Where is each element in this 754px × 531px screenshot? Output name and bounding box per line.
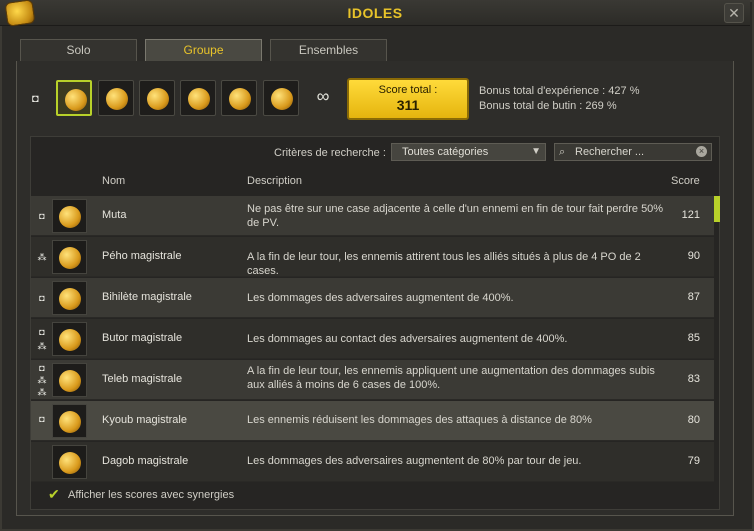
row-description: Ne pas être sur une case adjacente à cel… [247,203,664,229]
row-score: 121 [681,209,700,221]
idol-icon [59,206,81,228]
clear-search-icon[interactable]: × [696,146,707,157]
mask-icon: ◘ [39,363,45,373]
row-score: 90 [687,250,700,262]
xp-bonus: Bonus total d'expérience : 427 % [479,85,640,97]
table-row[interactable]: Dagob magistrale Les dommages des advers… [31,442,714,482]
group-icon: ⁂ [37,387,47,397]
idol-icon [106,88,128,110]
search-box: ⌕ × [554,143,712,161]
title-bar: IDOLES ✕ [0,0,750,27]
column-header-description[interactable]: Description [247,175,302,187]
row-description: Les dommages au contact des adversaires … [247,333,568,345]
row-name: Kyoub magistrale [102,414,187,426]
table-row[interactable]: ◘ Kyoub magistrale Les ennemis réduisent… [31,401,714,441]
row-score: 80 [687,414,700,426]
idol-icon [59,247,81,269]
idol-icon [59,452,81,474]
synergy-rings-icon[interactable]: ∞ [310,84,336,110]
mask-icon: ◘ [39,211,45,221]
mask-icon: ◘ [32,93,39,105]
mask-icon: ◘ [39,414,45,424]
score-value: 311 [396,97,420,113]
checkmark-icon[interactable]: ✔ [48,487,62,501]
chevron-down-icon: ▼ [531,146,541,157]
row-name: Muta [102,209,127,221]
group-icon: ⁂ [37,252,47,262]
row-description: Les ennemis réduisent les dommages des a… [247,414,592,426]
column-header-score[interactable]: Score [671,175,700,187]
row-description: A la fin de leur tour, les ennemis attir… [247,251,641,277]
idol-slot[interactable] [180,80,216,116]
table-row[interactable]: ⁂ Pého magistrale A la fin de leur tour,… [31,237,714,277]
row-name: Bihilète magistrale [102,291,192,303]
idol-icon [59,329,81,351]
idol-icon [271,88,293,110]
idol-icon [229,88,251,110]
group-icon: ⁂ [37,341,47,351]
row-description: Les dommages des adversaires augmentent … [247,292,514,304]
table-row[interactable]: ◘ Muta Ne pas être sur une case adjacent… [31,196,714,236]
row-description: A la fin de leur tour, les ennemis appli… [247,365,655,391]
tab-ensembles[interactable]: Ensembles [270,39,387,61]
idol-icon [147,88,169,110]
search-icon: ⌕ [559,146,566,158]
idol-icon [65,89,87,111]
idol-slot[interactable] [139,80,175,116]
idol-slot[interactable] [263,80,299,116]
row-score: 83 [687,373,700,385]
row-score: 79 [687,455,700,467]
row-score: 85 [687,332,700,344]
tab-groupe[interactable]: Groupe [145,39,262,61]
idol-thumbnail [52,322,87,356]
mask-icon: ◘ [39,327,45,337]
row-icons: ◘ [33,196,53,236]
scrollbar-thumb[interactable] [714,196,720,222]
idol-slot[interactable] [56,80,92,116]
window-title: IDOLES [347,5,403,21]
row-name: Teleb magistrale [102,373,183,385]
column-header-name[interactable]: Nom [102,175,125,187]
row-icons: ◘ ⁂ [33,319,53,359]
total-score-box: Score total : 311 [347,78,469,120]
synergy-checkbox-label[interactable]: Afficher les scores avec synergies [68,489,234,501]
group-icon: ⁂ [37,375,47,385]
table-row[interactable]: ◘ ⁂ ⁂ Teleb magistrale A la fin de leur … [31,360,714,400]
idol-thumbnail [52,199,87,233]
idol-thumbnail [52,445,87,479]
idol-thumbnail [52,404,87,438]
idol-icon [188,88,210,110]
table-row[interactable]: ◘ ⁂ Butor magistrale Les dommages au con… [31,319,714,359]
row-icons: ◘ ⁂ ⁂ [33,360,53,400]
category-selected: Toutes catégories [402,146,489,158]
tab-solo[interactable]: Solo [20,39,137,61]
mask-icon: ◘ [39,293,45,303]
loot-bonus: Bonus total de butin : 269 % [479,100,617,112]
score-label: Score total : [378,84,438,96]
idol-icon [59,288,81,310]
idol-thumbnail [52,363,87,397]
row-description: Les dommages des adversaires augmentent … [247,455,582,467]
row-name: Pého magistrale [102,250,182,262]
close-button[interactable]: ✕ [724,3,744,23]
idol-icon [59,370,81,392]
row-name: Dagob magistrale [102,455,189,467]
idol-icon [59,411,81,433]
idol-thumbnail [52,281,87,315]
idol-thumbnail [52,240,87,274]
row-icons: ◘ [33,278,53,318]
table-row[interactable]: ◘ Bihilète magistrale Les dommages des a… [31,278,714,318]
row-name: Butor magistrale [102,332,183,344]
row-icons: ⁂ [33,237,53,277]
search-input[interactable] [575,145,693,159]
search-criteria-label: Critères de recherche : [274,147,386,159]
row-icons: ◘ [33,401,53,441]
row-score: 87 [687,291,700,303]
idol-slot[interactable] [98,80,134,116]
idol-slot[interactable] [221,80,257,116]
category-dropdown[interactable]: Toutes catégories ▼ [391,143,546,161]
